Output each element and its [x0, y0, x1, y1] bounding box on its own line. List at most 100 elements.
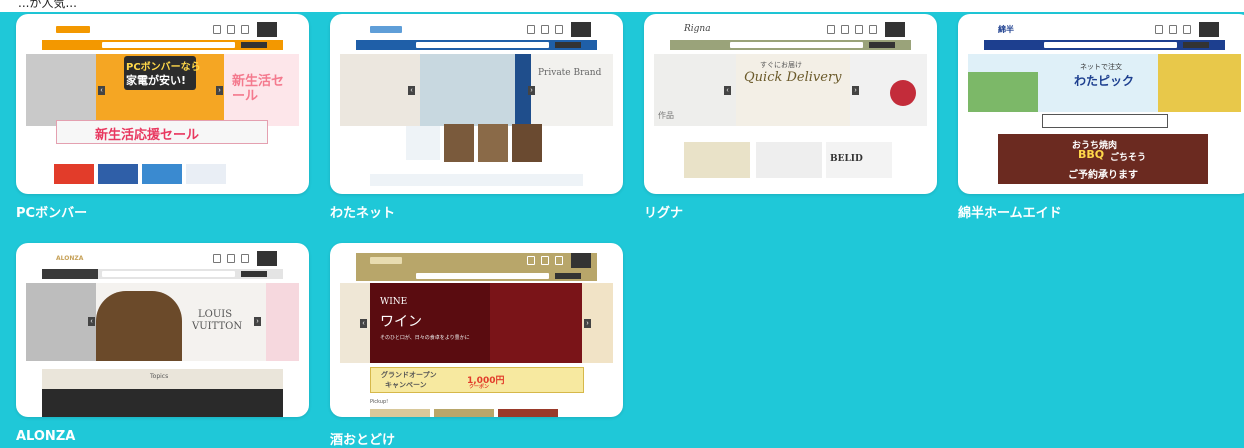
hero-title: Private Brand [538, 68, 602, 78]
side-promo-text: 新生活セール [232, 74, 285, 104]
carousel-prev-button[interactable]: ‹ [408, 86, 415, 95]
shop-thumbnail[interactable]: 綿半 ネットで注文 わたピック おうち焼肉 BBQ ごちそう ご予約承ります [958, 14, 1244, 194]
mini-search-button [1183, 42, 1209, 48]
mini-header-icons [213, 254, 249, 263]
mini-search-input [730, 42, 863, 48]
shop-name[interactable]: リグナ [644, 202, 683, 221]
hero-banner: 作品 すぐにお届け Quick Delivery ‹ › [654, 54, 927, 126]
mini-search-input [416, 273, 549, 279]
hero-subtitle: すぐにお届け [760, 61, 802, 69]
carousel-prev-button[interactable]: ‹ [98, 86, 105, 95]
mini-search-input [102, 271, 235, 277]
hero-subtitle: そのひと口が、日々の食卓をより豊かに [380, 335, 470, 341]
mini-search-button [869, 42, 895, 48]
bbq-banner: おうち焼肉 BBQ ごちそう ご予約承ります [998, 134, 1208, 184]
hero-title: Quick Delivery [744, 70, 842, 85]
bbq-line-3: ごちそう [1110, 153, 1147, 163]
mini-search-button [555, 42, 581, 48]
carousel-next-button[interactable]: › [216, 86, 223, 95]
mini-site-header [42, 22, 283, 38]
mini-header-icons [213, 25, 249, 34]
mini-search-button [241, 271, 267, 277]
mini-site-header: ALONZA [42, 251, 283, 267]
shop-name[interactable]: PCボンバー [16, 202, 87, 221]
shop-logo: 綿半 [998, 25, 1014, 34]
carousel-prev-button[interactable]: ‹ [88, 317, 95, 326]
hero-banner: Private Brand ‹ › [340, 54, 613, 126]
shop-thumbnail[interactable]: ALONZA LOUIS VUITTON ‹ › Topics [16, 243, 309, 417]
hero-title-1: LOUIS [198, 309, 233, 320]
campaign-line-4: クーポン [469, 384, 490, 390]
cart-icon [571, 22, 591, 37]
feature-tile [756, 142, 822, 178]
shop-thumbnail[interactable]: Private Brand ‹ › [330, 14, 623, 194]
carousel-next-button[interactable]: › [584, 319, 591, 328]
hero-title-1: WINE [380, 297, 408, 307]
header-fragment: ...が人気... [0, 0, 1244, 12]
cart-icon [885, 22, 905, 37]
mini-header-icons [527, 25, 563, 34]
mini-header-icons [527, 256, 563, 265]
cart-icon [1199, 22, 1219, 37]
hero-title-1: PCボンバーなら [126, 62, 201, 73]
hero-title-2: 家電が安い! [126, 74, 187, 87]
campaign-line-1: グランドオープン [381, 371, 437, 379]
mini-search-button [555, 273, 581, 279]
hero-title-2: VUITTON [192, 321, 243, 332]
shop-name[interactable]: 綿半ホームエイド [958, 202, 1062, 221]
mini-site-header: 綿半 [984, 22, 1225, 38]
cart-icon [257, 251, 277, 266]
hero-title-1: ネットで注文 [1080, 63, 1122, 71]
shop-thumbnail[interactable]: WINE ワイン そのひと口が、日々の食卓をより豊かに ‹ › グランドオープン… [330, 243, 623, 417]
campaign-banner: グランドオープン キャンペーン 1,000円 クーポン [370, 367, 584, 393]
mini-site-header: Rigna [670, 22, 911, 38]
mini-header-icons [827, 25, 877, 34]
mini-search-input [416, 42, 549, 48]
pickup-heading: Pickup! [370, 399, 389, 405]
mini-nav-bar [42, 269, 283, 279]
shop-logo [56, 26, 90, 33]
info-bar [1042, 114, 1168, 128]
topics-heading: Topics [150, 373, 169, 380]
mini-nav-bar [42, 40, 283, 50]
hero-title-2: わたピック [1074, 74, 1135, 88]
mini-nav-bar [670, 40, 911, 50]
campaign-line-2: キャンペーン [385, 381, 427, 389]
carousel-prev-button[interactable]: ‹ [360, 319, 367, 328]
mini-site-header [356, 253, 597, 271]
side-text: 作品 [658, 111, 674, 120]
hero-banner: WINE ワイン そのひと口が、日々の食卓をより豊かに ‹ › [340, 283, 613, 363]
bbq-line-2: BBQ [1078, 148, 1105, 161]
shop-logo [370, 26, 402, 33]
shop-name[interactable]: ALONZA [16, 429, 75, 444]
hero-banner: PCボンバーなら 家電が安い! 新生活セール ‹ › [26, 54, 299, 126]
hero-title-2: ワイン [380, 314, 422, 330]
carousel-prev-button[interactable]: ‹ [724, 86, 731, 95]
feature-tile [684, 142, 750, 178]
carousel-next-button[interactable]: › [254, 317, 261, 326]
feature-tile-text: BELID [830, 154, 863, 164]
topics-section: Topics [42, 369, 283, 417]
mini-header-icons [1155, 25, 1191, 34]
shop-logo [370, 257, 402, 264]
promo-banner-text: 新生活応援セール [95, 128, 200, 143]
bbq-line-4: ご予約承ります [1068, 170, 1138, 181]
mini-site-header [356, 22, 597, 38]
shop-logo: ALONZA [56, 255, 84, 262]
mini-nav-bar [356, 40, 597, 50]
promo-banner: 新生活応援セール [56, 120, 268, 144]
shop-thumbnail[interactable]: Rigna 作品 すぐにお届け Quick Delivery ‹ › BELID [644, 14, 937, 194]
header-fragment-text: ...が人気... [18, 0, 77, 10]
shop-thumbnail[interactable]: PCボンバーなら 家電が安い! 新生活セール ‹ › 新生活応援セール [16, 14, 309, 194]
carousel-next-button[interactable]: › [852, 86, 859, 95]
cart-icon [257, 22, 277, 37]
mini-search-input [1044, 42, 1177, 48]
shop-name[interactable]: 酒おとどけ [330, 429, 395, 448]
mini-nav-bar [356, 271, 597, 281]
shop-name[interactable]: わたネット [330, 202, 395, 221]
cart-icon [571, 253, 591, 268]
feature-tile: BELID [826, 142, 892, 178]
carousel-next-button[interactable]: › [528, 86, 535, 95]
shop-logo: Rigna [684, 24, 711, 34]
mini-search-button [241, 42, 267, 48]
